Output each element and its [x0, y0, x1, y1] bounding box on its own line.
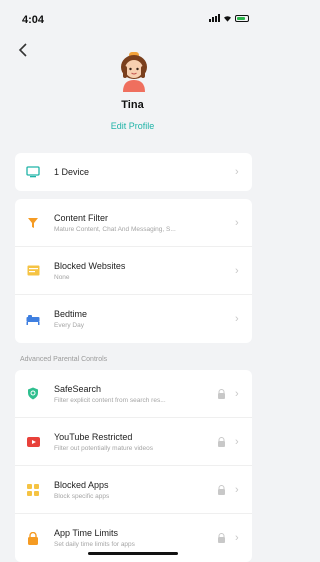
- home-indicator[interactable]: [88, 552, 178, 555]
- blocked-websites-title: Blocked Websites: [54, 260, 126, 271]
- signal-icon: [209, 14, 220, 22]
- safesearch-subtitle: Filter explicit content from search res.…: [54, 396, 166, 404]
- chevron-right-icon: ›: [235, 483, 239, 496]
- content-filter-row[interactable]: Content Filter Mature Content, Chat And …: [15, 199, 252, 247]
- youtube-restricted-text: YouTube Restricted Filter out potentiall…: [54, 432, 212, 452]
- status-time: 4:04: [22, 14, 45, 26]
- youtube-icon: [25, 434, 41, 450]
- blocked-apps-text: Blocked Apps Block specific apps: [54, 480, 212, 500]
- battery-icon: [235, 14, 249, 22]
- edit-profile-link[interactable]: Edit Profile: [0, 121, 265, 131]
- back-button[interactable]: [16, 42, 36, 62]
- apps-icon: [25, 482, 41, 498]
- device-icon: [25, 164, 41, 180]
- advanced-card: SafeSearch Filter explicit content from …: [15, 370, 252, 562]
- devices-label: 1 Device: [54, 167, 90, 177]
- app-lock-icon: [25, 530, 41, 546]
- bedtime-row[interactable]: Bedtime Every Day ›: [15, 295, 252, 343]
- safesearch-text: SafeSearch Filter explicit content from …: [54, 384, 212, 404]
- devices-row[interactable]: 1 Device ›: [15, 153, 252, 191]
- youtube-restricted-title: YouTube Restricted: [54, 431, 133, 442]
- chevron-right-icon: ›: [235, 216, 239, 229]
- chevron-right-icon: ›: [235, 313, 239, 325]
- lock-icon: [218, 388, 225, 399]
- devices-text: 1 Device: [54, 167, 212, 177]
- bedtime-title: Bedtime: [54, 309, 88, 319]
- blocked-apps-row[interactable]: Blocked Apps Block specific apps ›: [15, 466, 252, 514]
- bedtime-text: Bedtime Every Day: [54, 309, 212, 329]
- devices-card: 1 Device ›: [15, 153, 252, 191]
- blocked-apps-title: Blocked Apps: [54, 479, 109, 490]
- content-filter-subtitle: Mature Content, Chat And Messaging, S...: [54, 225, 176, 233]
- avatar: [121, 52, 147, 92]
- bed-icon: [25, 311, 41, 327]
- app-time-limits-text: App Time Limits Set daily time limits fo…: [54, 528, 212, 548]
- lock-icon: [218, 484, 225, 495]
- status-bar: 4:04: [0, 0, 265, 40]
- wifi-icon: [224, 15, 231, 22]
- chevron-left-icon: [18, 43, 27, 57]
- app-time-limits-title: App Time Limits: [54, 528, 119, 538]
- content-filter-title: Content Filter: [54, 212, 109, 223]
- shield-icon: [25, 386, 41, 402]
- youtube-restricted-row[interactable]: YouTube Restricted Filter out potentiall…: [15, 418, 252, 466]
- profile-name: Tina: [121, 99, 144, 111]
- controls-card: Content Filter Mature Content, Chat And …: [15, 199, 252, 343]
- status-icons: [209, 14, 249, 22]
- advanced-section-label: Advanced Parental Controls: [20, 356, 108, 363]
- blocked-websites-subtitle: None: [54, 273, 70, 281]
- filter-icon: [25, 215, 41, 231]
- blocked-websites-text: Blocked Websites None: [54, 261, 212, 281]
- bedtime-subtitle: Every Day: [54, 322, 84, 329]
- content-filter-text: Content Filter Mature Content, Chat And …: [54, 213, 212, 233]
- safesearch-row[interactable]: SafeSearch Filter explicit content from …: [15, 370, 252, 418]
- lock-icon: [218, 436, 225, 447]
- blocked-apps-subtitle: Block specific apps: [54, 492, 110, 500]
- chevron-right-icon: ›: [235, 532, 239, 544]
- blocked-websites-row[interactable]: Blocked Websites None ›: [15, 247, 252, 295]
- chevron-right-icon: ›: [235, 435, 239, 448]
- chevron-right-icon: ›: [235, 166, 239, 178]
- lock-icon: [218, 533, 225, 543]
- app-time-limits-subtitle: Set daily time limits for apps: [54, 541, 135, 548]
- safesearch-title: SafeSearch: [54, 383, 102, 394]
- youtube-restricted-subtitle: Filter out potentially mature videos: [54, 444, 153, 452]
- blocked-websites-icon: [25, 263, 41, 279]
- chevron-right-icon: ›: [235, 264, 239, 277]
- chevron-right-icon: ›: [235, 387, 239, 400]
